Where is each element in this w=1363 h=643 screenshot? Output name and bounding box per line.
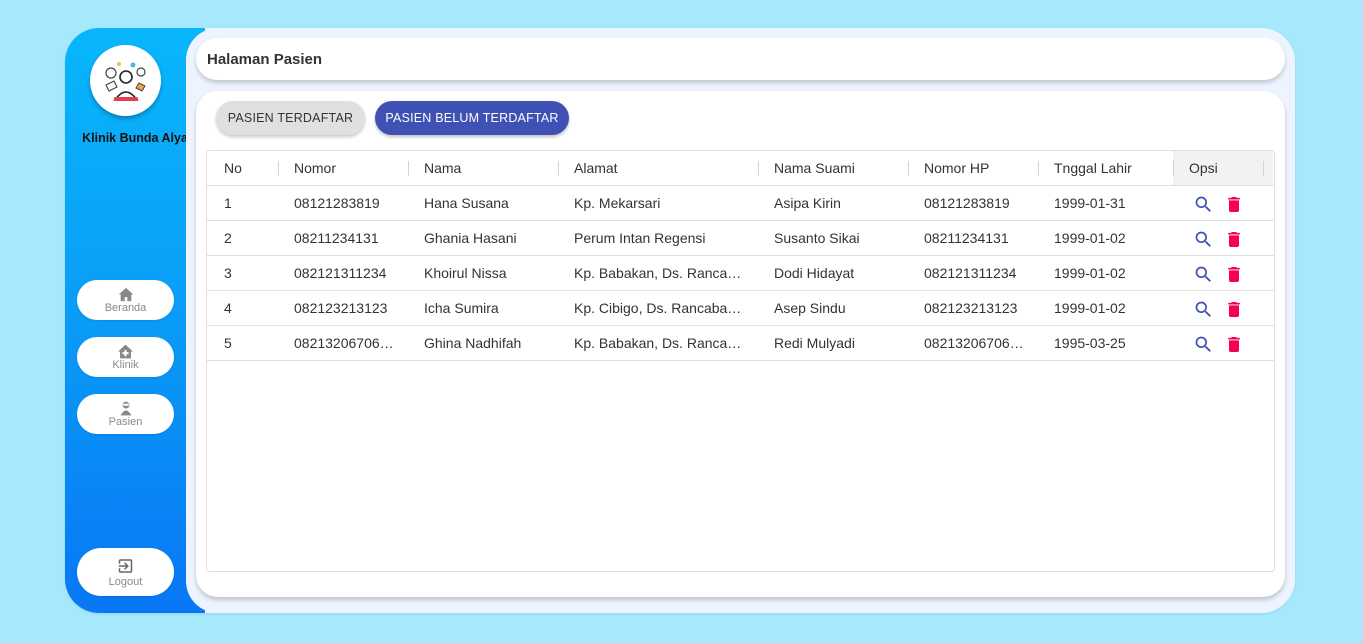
table-row[interactable]: 2 08211234131 Ghania Hasani Perum Intan … [207, 221, 1274, 256]
clinic-icon [117, 343, 134, 359]
column-separator[interactable] [408, 161, 409, 176]
nav-clinic-button[interactable]: Klinik [77, 337, 174, 377]
nav-patient-label: Pasien [108, 416, 143, 428]
cell-nomor: 08211234131 [294, 230, 379, 246]
patient-table: No Nomor Nama Alamat Nama Suami Nomor HP… [206, 150, 1275, 572]
cell-tanggal-lahir: 1999-01-02 [1054, 230, 1126, 246]
cell-no: 5 [224, 335, 232, 351]
column-separator[interactable] [908, 161, 909, 176]
tab-registered-patients[interactable]: PASIEN TERDAFTAR [216, 101, 365, 135]
table-row[interactable]: 1 08121283819 Hana Susana Kp. Mekarsari … [207, 186, 1274, 221]
cell-alamat: Kp. Mekarsari [574, 195, 661, 211]
sidebar: Klinik Bunda Alya Beranda Klinik Pasien … [65, 28, 205, 613]
logout-button[interactable]: Logout [77, 548, 174, 596]
cell-nomor-hp: 08211234131 [924, 230, 1009, 246]
cell-nomor-hp: 08121283819 [924, 195, 1010, 211]
column-separator[interactable] [558, 161, 559, 176]
column-header-tanggal-lahir[interactable]: Tnggal Lahir [1054, 151, 1164, 185]
logout-label: Logout [108, 576, 143, 588]
cell-nama-suami: Asep Sindu [774, 300, 846, 316]
cell-no: 3 [224, 265, 232, 281]
clinic-name: Klinik Bunda Alya [82, 131, 188, 145]
cell-nomor: 08213206706… [294, 335, 394, 351]
view-search-icon[interactable] [1192, 193, 1214, 215]
cell-alamat: Kp. Babakan, Ds. Ranca… [574, 335, 742, 351]
logout-icon [116, 556, 135, 576]
view-search-icon[interactable] [1192, 228, 1214, 250]
cell-no: 1 [224, 195, 232, 211]
delete-trash-icon[interactable] [1223, 193, 1245, 215]
column-separator[interactable] [758, 161, 759, 176]
page-title: Halaman Pasien [207, 50, 323, 68]
nav-clinic-label: Klinik [112, 359, 139, 371]
clinic-logo-icon [98, 53, 153, 108]
cell-nama: Khoirul Nissa [424, 265, 507, 281]
column-separator[interactable] [1173, 161, 1174, 176]
nav-patient-button[interactable]: Pasien [77, 394, 174, 434]
column-header-nomor[interactable]: Nomor [294, 151, 404, 185]
column-header-no[interactable]: No [224, 151, 274, 185]
view-search-icon[interactable] [1192, 333, 1214, 355]
cell-nama: Ghina Nadhifah [424, 335, 522, 351]
delete-trash-icon[interactable] [1223, 263, 1245, 285]
table-row[interactable]: 3 082121311234 Khoirul Nissa Kp. Babakan… [207, 256, 1274, 291]
column-header-nama-suami[interactable]: Nama Suami [774, 151, 904, 185]
cell-nama: Ghania Hasani [424, 230, 517, 246]
cell-nama-suami: Susanto Sikai [774, 230, 860, 246]
top-bar: Halaman Pasien [196, 38, 1285, 80]
patient-card: PASIEN TERDAFTAR PASIEN BELUM TERDAFTAR … [196, 91, 1285, 597]
cell-tanggal-lahir: 1999-01-02 [1054, 300, 1126, 316]
column-header-opsi[interactable]: Opsi [1189, 151, 1249, 185]
cell-no: 4 [224, 300, 232, 316]
view-search-icon[interactable] [1192, 263, 1214, 285]
delete-trash-icon[interactable] [1223, 298, 1245, 320]
tab-unregistered-patients[interactable]: PASIEN BELUM TERDAFTAR [375, 101, 569, 135]
column-header-nomor-hp[interactable]: Nomor HP [924, 151, 1034, 185]
delete-trash-icon[interactable] [1223, 333, 1245, 355]
column-header-nama[interactable]: Nama [424, 151, 554, 185]
cell-nomor: 08121283819 [294, 195, 380, 211]
cell-nomor-hp: 08213206706… [924, 335, 1024, 351]
cell-nama-suami: Asipa Kirin [774, 195, 841, 211]
column-header-alamat[interactable]: Alamat [574, 151, 754, 185]
app-window: Klinik Bunda Alya Beranda Klinik Pasien … [65, 28, 1295, 613]
table-row[interactable]: 4 082123213123 Icha Sumira Kp. Cibigo, D… [207, 291, 1274, 326]
table-header: No Nomor Nama Alamat Nama Suami Nomor HP… [207, 151, 1274, 186]
cell-nomor-hp: 082123213123 [924, 300, 1018, 316]
cell-tanggal-lahir: 1999-01-02 [1054, 265, 1126, 281]
cell-alamat: Perum Intan Regensi [574, 230, 706, 246]
cell-alamat: Kp. Cibigo, Ds. Rancaba… [574, 300, 742, 316]
column-separator[interactable] [278, 161, 279, 176]
nav-home-button[interactable]: Beranda [77, 280, 174, 320]
home-icon [118, 286, 134, 302]
cell-tanggal-lahir: 1995-03-25 [1054, 335, 1126, 351]
delete-trash-icon[interactable] [1223, 228, 1245, 250]
cell-nomor: 082121311234 [294, 265, 387, 281]
cell-nama: Hana Susana [424, 195, 509, 211]
view-search-icon[interactable] [1192, 298, 1214, 320]
table-row[interactable]: 5 08213206706… Ghina Nadhifah Kp. Babaka… [207, 326, 1274, 361]
cell-tanggal-lahir: 1999-01-31 [1054, 195, 1126, 211]
column-separator[interactable] [1038, 161, 1039, 176]
cell-nama-suami: Redi Mulyadi [774, 335, 855, 351]
nav-home-label: Beranda [104, 302, 147, 314]
patient-icon [119, 400, 133, 416]
clinic-logo [90, 45, 161, 116]
cell-no: 2 [224, 230, 232, 246]
cell-alamat: Kp. Babakan, Ds. Ranca… [574, 265, 742, 281]
cell-nama: Icha Sumira [424, 300, 499, 316]
cell-nama-suami: Dodi Hidayat [774, 265, 855, 281]
column-separator[interactable] [1263, 161, 1264, 176]
cell-nomor-hp: 082121311234 [924, 265, 1017, 281]
cell-nomor: 082123213123 [294, 300, 388, 316]
main-content: Halaman Pasien PASIEN TERDAFTAR PASIEN B… [186, 28, 1295, 613]
